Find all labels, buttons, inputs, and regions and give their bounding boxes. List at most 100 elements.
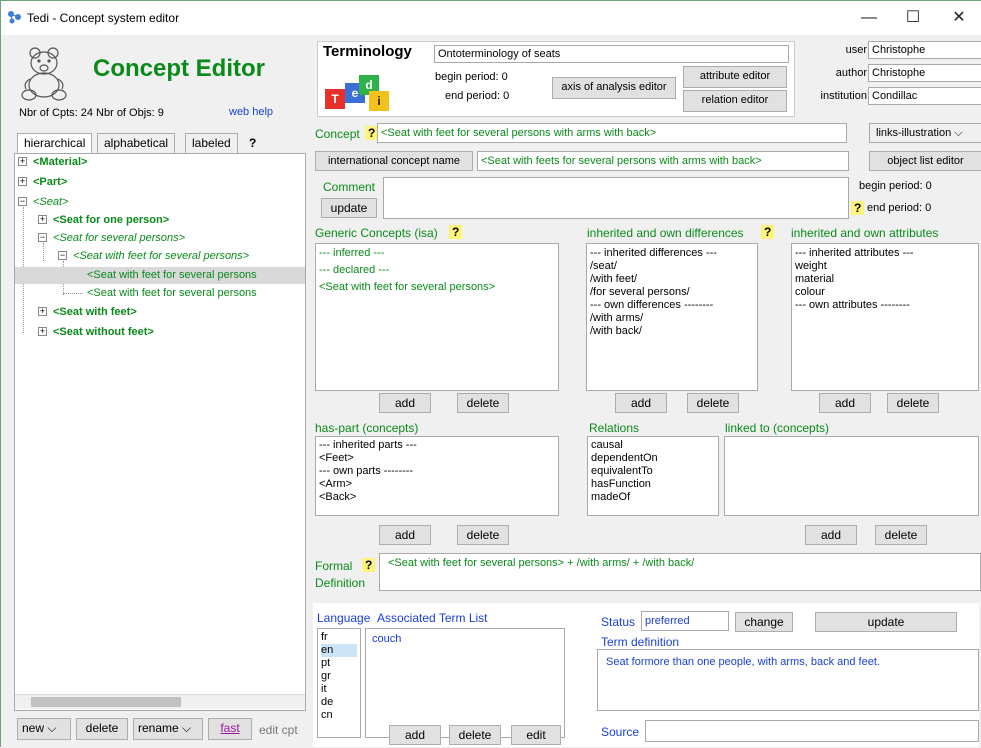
new-dropdown[interactable]: new ⌵	[17, 718, 71, 740]
list-item[interactable]: --- declared ---	[319, 264, 555, 277]
list-item[interactable]: --- inferred ---	[319, 247, 555, 260]
haspart-list[interactable]: --- inherited parts --- <Feet> --- own p…	[315, 436, 559, 516]
list-item[interactable]: --- inherited attributes ---	[795, 247, 975, 260]
comment-update-button[interactable]: update	[321, 198, 377, 218]
links-illustration-select[interactable]: links-illustration ⌵	[869, 123, 981, 143]
concept-field[interactable]: <Seat with feet for several persons with…	[377, 123, 847, 143]
attributes-list[interactable]: --- inherited attributes --- weight mate…	[791, 243, 979, 391]
tree-item[interactable]: <Seat with feet>	[53, 306, 137, 318]
status-change-button[interactable]: change	[735, 612, 793, 632]
differences-help-icon[interactable]: ?	[761, 225, 775, 239]
expand-icon[interactable]: +	[18, 157, 27, 166]
tree-item[interactable]: <Seat>	[33, 196, 68, 208]
list-item[interactable]: hasFunction	[591, 478, 715, 491]
list-item[interactable]: /with back/	[590, 325, 754, 338]
attributes-delete-button[interactable]: delete	[887, 393, 939, 413]
relations-list[interactable]: causal dependentOn equivalentTo hasFunct…	[587, 436, 719, 516]
tab-alphabetical[interactable]: alphabetical	[97, 133, 176, 153]
tree-item[interactable]: <Seat without feet>	[53, 326, 154, 338]
list-item[interactable]: <Arm>	[319, 478, 555, 491]
haspart-add-button[interactable]: add	[379, 525, 431, 545]
user-field[interactable]: Christophe	[868, 41, 981, 59]
expand-icon[interactable]: +	[38, 215, 47, 224]
tab-hierarchical[interactable]: hierarchical	[17, 133, 93, 154]
differences-add-button[interactable]: add	[615, 393, 667, 413]
language-item[interactable]: de	[321, 696, 357, 709]
tree-item[interactable]: <Seat with feet for several persons	[87, 287, 257, 299]
list-item[interactable]: <Seat with feet for several persons>	[319, 281, 555, 294]
term-edit-button[interactable]: edit	[511, 725, 561, 745]
status-field[interactable]: preferred	[641, 611, 729, 631]
language-item-selected[interactable]: en	[321, 644, 357, 657]
generic-delete-button[interactable]: delete	[457, 393, 509, 413]
axis-of-analysis-button[interactable]: axis of analysis editor	[552, 77, 676, 99]
fast-button[interactable]: fast	[208, 718, 252, 740]
language-item[interactable]: pt	[321, 657, 357, 670]
linked-add-button[interactable]: add	[805, 525, 857, 545]
comment-field[interactable]	[383, 177, 849, 219]
linked-list[interactable]	[724, 436, 979, 516]
list-item[interactable]: dependentOn	[591, 452, 715, 465]
attributes-add-button[interactable]: add	[819, 393, 871, 413]
differences-delete-button[interactable]: delete	[687, 393, 739, 413]
generic-help-icon[interactable]: ?	[449, 225, 463, 239]
generic-add-button[interactable]: add	[379, 393, 431, 413]
web-help-link[interactable]: web help	[229, 106, 273, 118]
tree-item[interactable]: <Material>	[33, 156, 87, 168]
generic-concepts-list[interactable]: --- inferred --- --- declared --- <Seat …	[315, 243, 559, 391]
expand-icon[interactable]: +	[38, 327, 47, 336]
term-item[interactable]: couch	[372, 633, 558, 646]
language-item[interactable]: it	[321, 683, 357, 696]
delete-button[interactable]: delete	[76, 718, 128, 740]
maximize-button[interactable]: ☐	[891, 5, 935, 31]
close-button[interactable]: ✕	[937, 5, 981, 31]
language-item[interactable]: gr	[321, 670, 357, 683]
tree-hscrollbar[interactable]	[15, 694, 305, 709]
relation-editor-button[interactable]: relation editor	[683, 90, 787, 112]
source-field[interactable]	[645, 720, 979, 742]
term-add-button[interactable]: add	[389, 725, 441, 745]
collapse-icon[interactable]: −	[18, 197, 27, 206]
tab-labeled[interactable]: labeled	[185, 133, 238, 153]
term-definition-field[interactable]: Seat formore than one people, with arms,…	[597, 649, 979, 711]
expand-icon[interactable]: +	[38, 307, 47, 316]
collapse-icon[interactable]: −	[58, 251, 67, 260]
tree-item[interactable]: <Seat for several persons>	[53, 232, 185, 244]
author-field[interactable]: Christophe	[868, 64, 981, 82]
language-item[interactable]: fr	[321, 631, 357, 644]
collapse-icon[interactable]: −	[38, 233, 47, 242]
list-item[interactable]: causal	[591, 439, 715, 452]
list-item[interactable]: <Feet>	[319, 452, 555, 465]
language-list[interactable]: fr en pt gr it de cn	[317, 628, 361, 738]
international-name-field[interactable]: <Seat with feets for several persons wit…	[477, 151, 849, 171]
period-help-icon[interactable]: ?	[851, 201, 865, 215]
list-item[interactable]: --- inherited differences ---	[590, 247, 754, 260]
rename-dropdown[interactable]: rename ⌵	[133, 718, 203, 740]
expand-icon[interactable]: +	[18, 177, 27, 186]
list-item[interactable]: material	[795, 273, 975, 286]
list-item[interactable]: /seat/	[590, 260, 754, 273]
list-item[interactable]: colour	[795, 286, 975, 299]
status-update-button[interactable]: update	[815, 612, 957, 632]
list-item[interactable]: /for several persons/	[590, 286, 754, 299]
formal-definition-field[interactable]: <Seat with feet for several persons> + /…	[379, 553, 981, 591]
institution-field[interactable]: Condillac	[868, 87, 981, 105]
object-list-editor-button[interactable]: object list editor	[869, 151, 981, 171]
list-item[interactable]: --- own attributes --------	[795, 299, 975, 312]
linked-delete-button[interactable]: delete	[875, 525, 927, 545]
terminology-name-field[interactable]: Ontoterminology of seats	[434, 45, 789, 63]
list-item[interactable]: <Back>	[319, 491, 555, 504]
term-list[interactable]: couch	[365, 628, 565, 738]
minimize-button[interactable]: —	[847, 5, 891, 31]
haspart-delete-button[interactable]: delete	[457, 525, 509, 545]
international-concept-name-button[interactable]: international concept name	[315, 151, 473, 171]
list-item[interactable]: --- own differences --------	[590, 299, 754, 312]
formal-help-icon[interactable]: ?	[362, 558, 376, 572]
differences-list[interactable]: --- inherited differences --- /seat/ /wi…	[586, 243, 758, 391]
tree-item-selected[interactable]: <Seat with feet for several persons	[87, 269, 257, 281]
term-delete-button[interactable]: delete	[449, 725, 501, 745]
language-item[interactable]: cn	[321, 709, 357, 722]
list-item[interactable]: --- own parts --------	[319, 465, 555, 478]
list-item[interactable]: weight	[795, 260, 975, 273]
tree-item[interactable]: <Seat for one person>	[53, 214, 169, 226]
